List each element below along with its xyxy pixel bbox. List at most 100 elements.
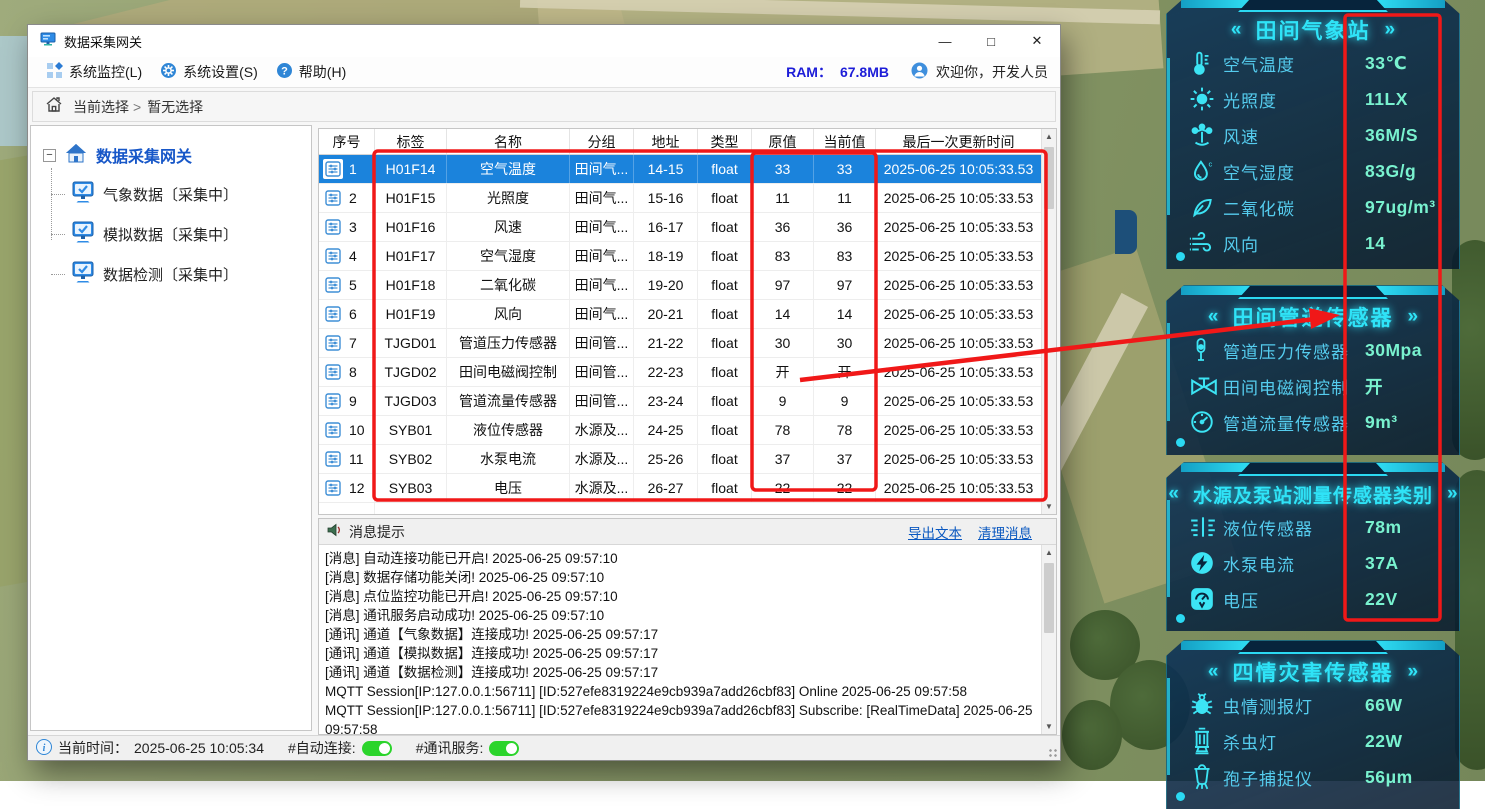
- table-row[interactable]: 1H01F14空气温度田间气...14-15float33332025-06-2…: [319, 155, 1056, 184]
- chevron-left-icon[interactable]: «: [1168, 483, 1179, 505]
- auto-connect-label: #自动连接:: [288, 738, 356, 758]
- scroll-up-icon[interactable]: ▲: [1042, 545, 1056, 560]
- menu-item-3[interactable]: ?帮助(H): [276, 62, 346, 82]
- column-header-4[interactable]: 分组: [570, 129, 634, 154]
- chevron-left-icon[interactable]: «: [1231, 19, 1242, 41]
- valve-icon: [1189, 373, 1223, 399]
- table-row[interactable]: 10SYB01液位传感器水源及...24-25float78782025-06-…: [319, 416, 1056, 445]
- hud-sensor-value: 78m: [1365, 517, 1402, 538]
- collapsed-panel-handle[interactable]: [1115, 210, 1137, 254]
- export-text-link[interactable]: 导出文本: [908, 522, 962, 542]
- column-header-2[interactable]: 标签: [375, 129, 447, 154]
- hud-sensor-label: 管道流量传感器: [1223, 410, 1349, 435]
- table-cell: 22: [814, 474, 876, 502]
- hud-sensor-label: 光照度: [1223, 87, 1277, 112]
- table-row[interactable]: 11SYB02水泵电流水源及...25-26float37372025-06-2…: [319, 445, 1056, 474]
- menu-item-2[interactable]: 系统设置(S): [160, 62, 258, 82]
- comm-service-toggle[interactable]: [489, 741, 519, 756]
- table-cell: 83: [752, 242, 814, 270]
- hud-sensor-value: 33℃: [1365, 53, 1407, 74]
- window-title: 数据采集网关: [64, 32, 142, 51]
- app-window: 数据采集网关 — □ ✕ 系统监控(L)系统设置(S)?帮助(H) RAM： 6…: [28, 25, 1060, 760]
- table-cell: 水源及...: [570, 416, 634, 444]
- table-cell: 电压: [447, 474, 570, 502]
- hud-sensor-label: 液位传感器: [1223, 515, 1313, 540]
- hud-sensor-row: 风向14: [1167, 225, 1459, 261]
- table-row[interactable]: 2H01F15光照度田间气...15-16float11112025-06-25…: [319, 184, 1056, 213]
- table-cell: 9: [814, 387, 876, 415]
- table-cell: float: [698, 300, 752, 328]
- scroll-down-icon[interactable]: ▼: [1042, 499, 1056, 514]
- row-indicator-icon: [323, 362, 343, 382]
- message-vertical-scrollbar[interactable]: ▲ ▼: [1041, 545, 1056, 734]
- tree-node-2[interactable]: 模拟数据〔采集中〕: [71, 214, 311, 254]
- auto-connect-toggle[interactable]: [362, 741, 392, 756]
- flow-icon: [1189, 409, 1223, 435]
- breadcrumb-current[interactable]: 当前选择: [73, 97, 129, 117]
- table-row[interactable]: 7TJGD01管道压力传感器田间管...21-22float30302025-0…: [319, 329, 1056, 358]
- table-cell: 2025-06-25 10:05:33.53: [876, 300, 1042, 328]
- column-header-7[interactable]: 原值: [752, 129, 814, 154]
- table-row[interactable]: 12SYB03电压水源及...26-27float22222025-06-25 …: [319, 474, 1056, 503]
- menu-item-1[interactable]: 系统监控(L): [46, 62, 142, 82]
- table-row[interactable]: 4H01F17空气湿度田间气...18-19float83832025-06-2…: [319, 242, 1056, 271]
- spore-trap-icon: [1189, 763, 1223, 791]
- table-cell: 液位传感器: [447, 416, 570, 444]
- maximize-button[interactable]: □: [968, 25, 1014, 57]
- chevron-right-icon[interactable]: »: [1408, 661, 1419, 683]
- table-row[interactable]: 8TJGD02田间电磁阀控制田间管...22-23float开开2025-06-…: [319, 358, 1056, 387]
- chevron-right-icon[interactable]: »: [1408, 306, 1419, 328]
- table-row[interactable]: 9TJGD03管道流量传感器田间管...23-24float992025-06-…: [319, 387, 1056, 416]
- hud-sensor-value: 30Mpa: [1365, 340, 1422, 361]
- table-cell: float: [698, 358, 752, 386]
- monitor-grid-icon: [46, 62, 63, 82]
- table-cell: SYB01: [375, 416, 447, 444]
- hud-sensor-value: 14: [1365, 233, 1385, 254]
- tree-root-node[interactable]: − 数据采集网关: [43, 142, 311, 168]
- chevron-right-icon[interactable]: »: [1447, 483, 1458, 505]
- table-cell: 19-20: [634, 271, 698, 299]
- column-header-5[interactable]: 地址: [634, 129, 698, 154]
- hud-sensor-value: 22W: [1365, 731, 1402, 752]
- scrollbar-thumb[interactable]: [1044, 147, 1054, 209]
- tree-node-3[interactable]: 数据检测〔采集中〕: [71, 254, 311, 294]
- scrollbar-thumb[interactable]: [1044, 563, 1054, 633]
- table-cell: 11: [319, 445, 375, 473]
- tree-cluster: [1062, 700, 1122, 770]
- chevron-left-icon[interactable]: «: [1208, 661, 1219, 683]
- table-cell: float: [698, 445, 752, 473]
- message-list: [消息] 自动连接功能已开启! 2025-06-25 09:57:10[消息] …: [319, 545, 1041, 734]
- hud-sensor-row: 管道压力传感器30Mpa: [1167, 332, 1459, 368]
- close-button[interactable]: ✕: [1014, 25, 1060, 57]
- tree-root-label[interactable]: 数据采集网关: [96, 143, 192, 167]
- tree-node-1[interactable]: 气象数据〔采集中〕: [71, 174, 311, 214]
- hud-sensor-row: 电压22V: [1167, 581, 1459, 617]
- hud-sensor-row: 水泵电流37A: [1167, 545, 1459, 581]
- column-header-9[interactable]: 最后一次更新时间: [876, 129, 1042, 154]
- column-header-1[interactable]: 序号: [319, 129, 375, 154]
- chevron-left-icon[interactable]: «: [1208, 306, 1219, 328]
- table-cell: 15-16: [634, 184, 698, 212]
- table-cell: 33: [814, 155, 876, 183]
- scroll-up-icon[interactable]: ▲: [1042, 129, 1056, 144]
- table-body: 1H01F14空气温度田间气...14-15float33332025-06-2…: [319, 155, 1056, 503]
- tree-collapse-icon[interactable]: −: [43, 149, 56, 162]
- home-icon[interactable]: [45, 96, 63, 117]
- monitor-check-icon: [71, 261, 95, 287]
- table-row[interactable]: 6H01F19风向田间气...20-21float14142025-06-25 …: [319, 300, 1056, 329]
- resize-grip[interactable]: [1048, 748, 1058, 758]
- table-row[interactable]: 3H01F16风速田间气...16-17float36362025-06-25 …: [319, 213, 1056, 242]
- table-vertical-scrollbar[interactable]: ▲ ▼: [1041, 129, 1056, 514]
- clear-messages-link[interactable]: 清理消息: [978, 522, 1032, 542]
- hud-sensor-value: 开: [1365, 374, 1383, 399]
- column-header-8[interactable]: 当前值: [814, 129, 876, 154]
- scroll-down-icon[interactable]: ▼: [1042, 719, 1056, 734]
- gear-icon: [160, 62, 177, 82]
- chevron-right-icon[interactable]: »: [1385, 19, 1396, 41]
- minimize-button[interactable]: —: [922, 25, 968, 57]
- table-row[interactable]: 5H01F18二氧化碳田间气...19-20float97972025-06-2…: [319, 271, 1056, 300]
- column-header-3[interactable]: 名称: [447, 129, 570, 154]
- table-cell: 2025-06-25 10:05:33.53: [876, 387, 1042, 415]
- table-cell: 7: [319, 329, 375, 357]
- column-header-6[interactable]: 类型: [698, 129, 752, 154]
